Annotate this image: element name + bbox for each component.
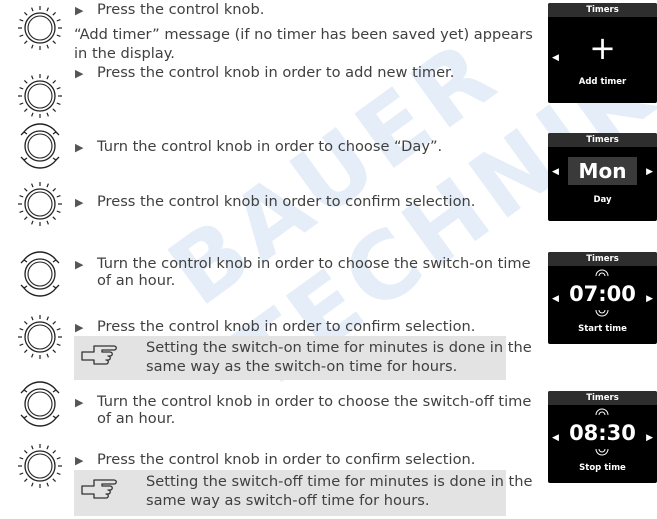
triangle-bullet-icon: ▶ bbox=[75, 141, 84, 154]
step-instruction: ▶ Press the control knob in order to conf… bbox=[75, 193, 476, 210]
triangle-bullet-icon: ▶ bbox=[75, 196, 84, 209]
display-value: Mon bbox=[568, 157, 637, 185]
knob-press-icon bbox=[17, 5, 63, 51]
display-caption: Stop time bbox=[579, 463, 626, 473]
add-plus-icon: + bbox=[589, 29, 616, 67]
display-day: Timers ◀ ▶ Mon Day bbox=[548, 133, 657, 221]
note-box: Setting the switch-off time for minutes … bbox=[74, 470, 533, 516]
step-note-line: in the display. bbox=[74, 45, 175, 62]
display-value: 07:00 bbox=[569, 282, 636, 306]
knob-turn-icon bbox=[20, 123, 60, 169]
step-instruction: ▶ Turn the control knob in order to choos… bbox=[75, 138, 443, 155]
step-note-line: “Add timer” message (if no timer has bee… bbox=[74, 26, 533, 43]
triangle-bullet-icon: ▶ bbox=[75, 396, 84, 409]
step-instruction: ▶ Press the control knob in order to conf… bbox=[75, 318, 476, 335]
knob-press-icon bbox=[17, 443, 63, 489]
step-instruction-cont: of an hour. bbox=[97, 410, 176, 427]
step-instruction-cont: of an hour. bbox=[97, 272, 176, 289]
knob-press-icon bbox=[17, 73, 63, 119]
triangle-bullet-icon: ▶ bbox=[75, 258, 84, 271]
display-add-timer: Timers ◀ + Add timer bbox=[548, 3, 657, 103]
knob-turn-icon bbox=[20, 381, 60, 427]
step-instruction: ▶ Press the control knob. bbox=[75, 1, 265, 18]
triangle-bullet-icon: ▶ bbox=[75, 67, 84, 80]
triangle-bullet-icon: ▶ bbox=[75, 4, 84, 17]
step-instruction: ▶ Press the control knob in order to add … bbox=[75, 64, 455, 81]
chevron-right-icon: ▶ bbox=[646, 167, 653, 177]
display-header: Timers bbox=[548, 252, 657, 266]
display-value: 08:30 bbox=[569, 421, 636, 445]
display-caption: Start time bbox=[578, 324, 627, 334]
scroll-up-icon bbox=[595, 269, 609, 277]
note-text: Setting the switch-off time for minutes … bbox=[146, 473, 533, 509]
step-instruction: ▶ Press the control knob in order to conf… bbox=[75, 451, 476, 468]
scroll-down-icon bbox=[595, 448, 609, 456]
display-start-time: Timers ◀ ▶ 07:00 Start time bbox=[548, 252, 657, 344]
display-caption: Add timer bbox=[578, 77, 627, 87]
scroll-up-icon bbox=[595, 408, 609, 416]
step-instruction: ▶ Turn the control knob in order to choos… bbox=[75, 393, 532, 410]
triangle-bullet-icon: ▶ bbox=[75, 321, 84, 334]
display-header: Timers bbox=[548, 3, 657, 17]
pointing-hand-icon bbox=[81, 345, 117, 365]
display-caption: Day bbox=[593, 195, 612, 205]
display-header: Timers bbox=[548, 133, 657, 147]
scroll-down-icon bbox=[595, 309, 609, 317]
chevron-left-icon: ◀ bbox=[552, 167, 559, 177]
step-instruction: ▶ Turn the control knob in order to choos… bbox=[75, 255, 531, 272]
display-stop-time: Timers ◀ ▶ 08:30 Stop time bbox=[548, 391, 657, 483]
knob-press-icon bbox=[17, 314, 63, 360]
note-text: Setting the switch-on time for minutes i… bbox=[146, 339, 532, 375]
knob-turn-icon bbox=[20, 251, 60, 297]
display-header: Timers bbox=[548, 391, 657, 405]
knob-press-icon bbox=[17, 181, 63, 227]
note-box: Setting the switch-on time for minutes i… bbox=[74, 336, 532, 380]
pointing-hand-icon bbox=[81, 479, 117, 499]
triangle-bullet-icon: ▶ bbox=[75, 454, 84, 467]
